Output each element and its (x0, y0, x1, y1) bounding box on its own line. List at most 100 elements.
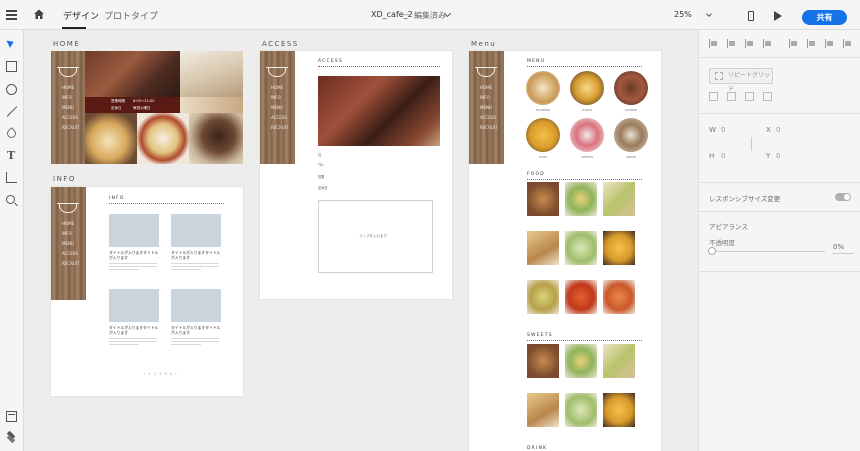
nav-menu[interactable]: MENU (271, 105, 283, 110)
boolean-exclude-icon[interactable] (763, 92, 772, 101)
nav-recruit[interactable]: RECRUIT (480, 125, 497, 130)
align-middle-icon[interactable] (807, 39, 816, 48)
home-icon[interactable] (33, 8, 45, 20)
opacity-slider-knob[interactable] (708, 247, 716, 255)
pagination[interactable]: ‹ 1 2 3 4 5 › (144, 372, 178, 376)
tab-design[interactable]: デザイン (63, 9, 99, 22)
post-thumbnail[interactable] (171, 289, 221, 322)
artboard-tool-icon[interactable] (6, 172, 17, 183)
nav-home[interactable]: HOME (271, 85, 283, 90)
food-item[interactable] (603, 182, 635, 216)
food-item[interactable] (527, 182, 559, 216)
width-field[interactable]: 0 (721, 126, 725, 134)
share-button[interactable]: 共有 (802, 10, 847, 25)
assets-panel-icon[interactable] (6, 411, 17, 422)
boolean-subtract-icon[interactable] (727, 92, 736, 101)
align-right-icon[interactable] (745, 39, 754, 48)
opacity-value[interactable]: 0% (833, 243, 844, 251)
nav-info[interactable]: INFO (62, 231, 72, 236)
nav-home[interactable]: HOME (480, 85, 492, 90)
pen-tool-icon[interactable] (5, 127, 18, 140)
nav-access[interactable]: ACCESS (62, 115, 78, 120)
food-item[interactable] (603, 280, 635, 314)
tab-prototype[interactable]: プロトタイプ (104, 9, 158, 22)
nav-menu[interactable]: MENU (62, 105, 74, 110)
layers-panel-icon[interactable] (6, 433, 16, 443)
nav-recruit[interactable]: RECRUIT (62, 125, 79, 130)
post-title[interactable]: タイトルが入りますタイトルが入ります (109, 325, 159, 335)
ellipse-tool-icon[interactable] (6, 84, 17, 95)
post-title[interactable]: タイトルが入りますタイトルが入ります (109, 250, 159, 260)
boolean-intersect-icon[interactable] (745, 92, 754, 101)
artboard-home[interactable]: HOME INFO MENU ACCESS RECRUIT 営業時間 8:00～… (51, 51, 243, 164)
lock-aspect-icon[interactable] (751, 137, 752, 151)
post-thumbnail[interactable] (171, 214, 221, 247)
nav-recruit[interactable]: RECRUIT (62, 261, 79, 266)
nav-home[interactable]: HOME (62, 85, 74, 90)
category-food[interactable] (526, 118, 560, 152)
nav-access[interactable]: ACCESS (62, 251, 78, 256)
sweets-item[interactable] (527, 344, 559, 378)
map-placeholder[interactable]: マップを入れます (318, 200, 433, 273)
category-sweets[interactable] (570, 118, 604, 152)
nav-menu[interactable]: MENU (62, 241, 74, 246)
align-top-icon[interactable] (789, 39, 798, 48)
post-thumbnail[interactable] (109, 214, 159, 247)
sweets-item[interactable] (527, 393, 559, 427)
artboard-label-info[interactable]: INFO (53, 175, 76, 183)
nav-access[interactable]: ACCESS (271, 115, 287, 120)
category-lunch[interactable] (570, 71, 604, 105)
food-item[interactable] (527, 231, 559, 265)
nav-recruit[interactable]: RECRUIT (271, 125, 288, 130)
line-tool-icon[interactable] (6, 106, 17, 117)
post-thumbnail[interactable] (109, 289, 159, 322)
nav-home[interactable]: HOME (62, 221, 74, 226)
sweets-item[interactable] (603, 344, 635, 378)
nav-info[interactable]: INFO (271, 95, 281, 100)
food-item[interactable] (565, 182, 597, 216)
height-field[interactable]: 0 (721, 152, 725, 160)
nav-menu[interactable]: MENU (480, 105, 492, 110)
nav-info[interactable]: INFO (62, 95, 72, 100)
artboard-info[interactable]: HOME INFO MENU ACCESS RECRUIT INFO タイトルが… (51, 187, 243, 396)
play-icon[interactable] (774, 11, 782, 21)
sweets-item[interactable] (603, 393, 635, 427)
food-item[interactable] (565, 280, 597, 314)
device-preview-icon[interactable] (748, 11, 754, 21)
nav-info[interactable]: INFO (480, 95, 490, 100)
zoom-chevron-down-icon[interactable] (706, 11, 712, 17)
food-item[interactable] (565, 231, 597, 265)
align-left-icon[interactable] (709, 39, 718, 48)
artboard-menu[interactable]: HOME INFO MENU ACCESS RECRUIT MENU MORNI… (469, 51, 661, 451)
select-tool-icon[interactable] (6, 38, 16, 48)
category-dinner[interactable] (614, 71, 648, 105)
sweets-item[interactable] (565, 393, 597, 427)
category-drink[interactable] (614, 118, 648, 152)
rectangle-tool-icon[interactable] (6, 61, 17, 72)
sweets-item[interactable] (565, 344, 597, 378)
post-title[interactable]: タイトルが入りますタイトルが入ります (171, 325, 221, 335)
zoom-level[interactable]: 25% (674, 10, 692, 19)
align-center-icon[interactable] (727, 39, 736, 48)
artboard-label-menu[interactable]: Menu (471, 40, 496, 48)
post-title[interactable]: タイトルが入りますタイトルが入ります (171, 250, 221, 260)
boolean-add-icon[interactable] (709, 92, 718, 101)
align-bottom-icon[interactable] (825, 39, 834, 48)
responsive-resize-toggle[interactable] (835, 193, 851, 201)
hamburger-menu-icon[interactable] (6, 10, 17, 20)
artboard-access[interactable]: HOME INFO MENU ACCESS RECRUIT ACCESS 住 T… (260, 51, 452, 299)
food-item[interactable] (527, 280, 559, 314)
artboard-label-home[interactable]: HOME (53, 40, 80, 48)
design-canvas[interactable]: HOME HOME INFO MENU ACCESS RECRUIT 営業時間 … (24, 30, 698, 451)
artboard-label-access[interactable]: ACCESS (262, 40, 299, 48)
y-field[interactable]: 0 (776, 152, 780, 160)
x-field[interactable]: 0 (776, 126, 780, 134)
opacity-slider-track[interactable] (715, 251, 825, 252)
food-item[interactable] (603, 231, 635, 265)
nav-access[interactable]: ACCESS (480, 115, 496, 120)
distribute-vertical-icon[interactable] (843, 39, 852, 48)
zoom-tool-icon[interactable] (6, 195, 15, 204)
distribute-horizontal-icon[interactable] (763, 39, 772, 48)
category-morning[interactable] (526, 71, 560, 105)
text-tool-icon[interactable]: T (7, 149, 18, 162)
